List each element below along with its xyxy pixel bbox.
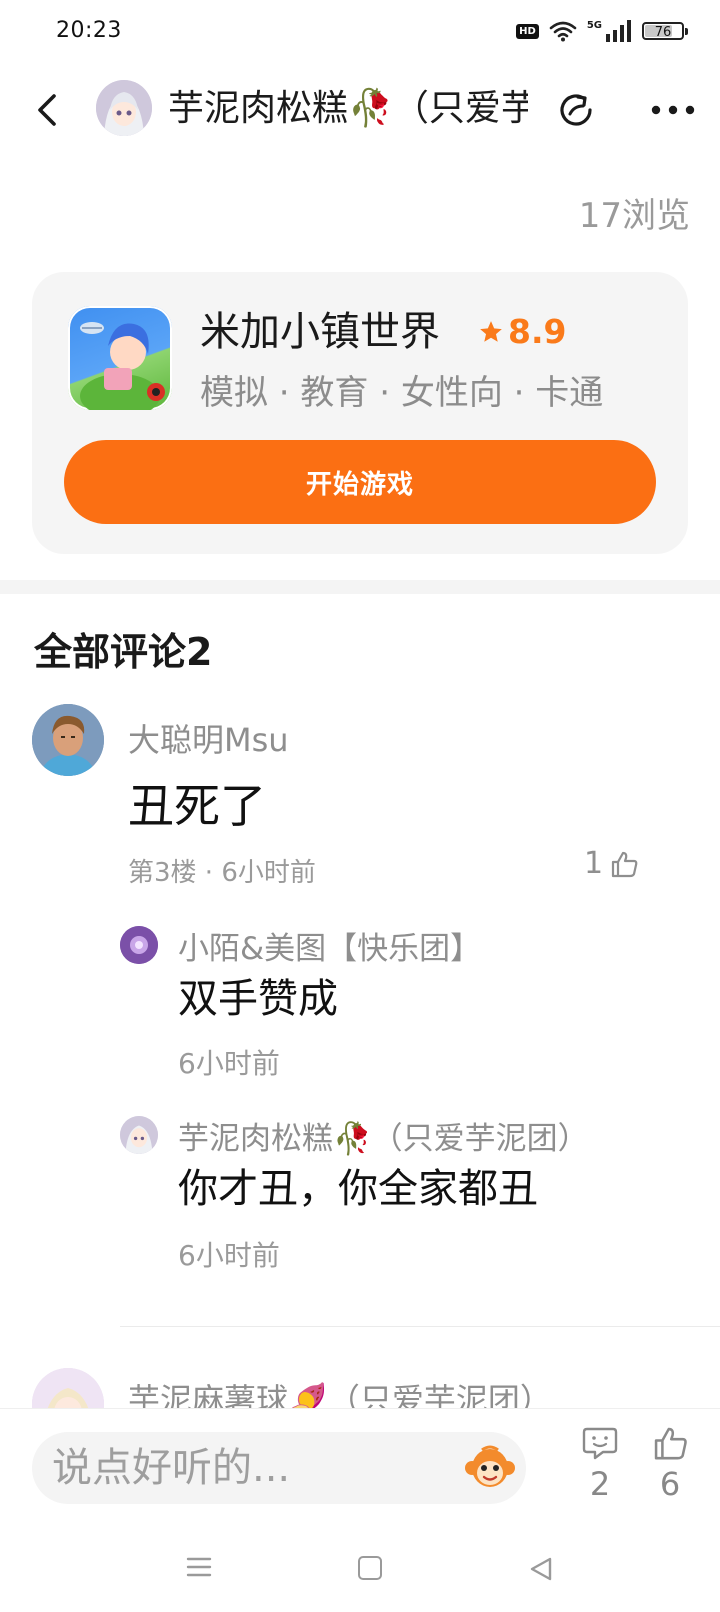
monkey-mascot-icon[interactable] <box>464 1444 516 1492</box>
star-icon <box>480 321 502 342</box>
start-game-button[interactable]: 开始游戏 <box>64 440 656 524</box>
comment-separator <box>120 1326 720 1327</box>
hd-badge: HD <box>516 23 539 39</box>
signal-icon <box>606 20 631 42</box>
comment-like-button[interactable]: 1 <box>584 844 639 884</box>
comment-meta: 第3楼 · 6小时前 <box>128 858 316 888</box>
comment-count: 2 <box>589 1465 611 1503</box>
rating-value: 8.9 <box>508 312 567 351</box>
comment-like-count: 1 <box>584 846 604 881</box>
game-art-icon <box>80 322 165 410</box>
comment-bubble-icon <box>582 1427 618 1460</box>
nav-home-button[interactable] <box>358 1556 382 1580</box>
reply-user-name[interactable]: 小陌&美图【快乐团】 <box>178 928 481 970</box>
view-count: 17浏览 <box>578 196 690 236</box>
status-icons: HD 5G 76 <box>516 19 688 42</box>
reply-text: 双手赞成 <box>178 976 338 1022</box>
author-avatar[interactable] <box>96 80 152 136</box>
back-button[interactable] <box>28 88 68 132</box>
like-count: 6 <box>659 1465 681 1503</box>
nav-back-icon[interactable] <box>528 1556 554 1582</box>
comment-button[interactable]: 2 <box>578 1424 622 1514</box>
share-icon[interactable] <box>554 88 598 132</box>
comment-text: 丑死了 <box>128 779 266 833</box>
section-divider <box>0 580 720 594</box>
network-type: 5G <box>586 19 602 31</box>
reply-avatar[interactable] <box>120 1116 158 1154</box>
like-button[interactable]: 6 <box>648 1424 692 1514</box>
game-tags: 模拟 · 教育 · 女性向 · 卡通 <box>200 373 604 413</box>
thumbs-up-icon <box>654 1427 687 1460</box>
flower-avatar-icon <box>120 926 158 964</box>
nav-menu-icon[interactable] <box>186 1556 212 1578</box>
reply-text: 你才丑，你全家都丑 <box>178 1166 538 1212</box>
reply-time: 6小时前 <box>178 1239 280 1272</box>
post-author-title: 芋泥肉松糕🥀（只爱芋泥团） <box>168 88 528 129</box>
game-rating: 8.9 <box>478 312 566 352</box>
battery-indicator: 76 <box>642 22 688 40</box>
person-avatar-icon <box>32 704 104 776</box>
commenter-avatar[interactable] <box>32 704 104 776</box>
anime-avatar-icon <box>96 80 152 136</box>
more-dots-icon[interactable] <box>650 104 696 116</box>
anime-avatar-icon <box>120 1116 158 1154</box>
status-time: 20:23 <box>56 18 122 43</box>
comments-section-title: 全部评论2 <box>34 630 213 674</box>
game-name: 米加小镇世界 <box>200 309 440 355</box>
reply-user-name[interactable]: 芋泥肉松糕🥀（只爱芋泥团） <box>178 1118 589 1160</box>
thumbs-up-icon <box>611 851 638 878</box>
commenter-name[interactable]: 大聪明Msu <box>128 718 289 762</box>
reply-time: 6小时前 <box>178 1047 280 1080</box>
reply-avatar[interactable] <box>120 926 158 964</box>
wifi-icon <box>549 21 577 42</box>
comment-input[interactable] <box>32 1432 526 1504</box>
game-app-icon[interactable] <box>68 306 172 410</box>
